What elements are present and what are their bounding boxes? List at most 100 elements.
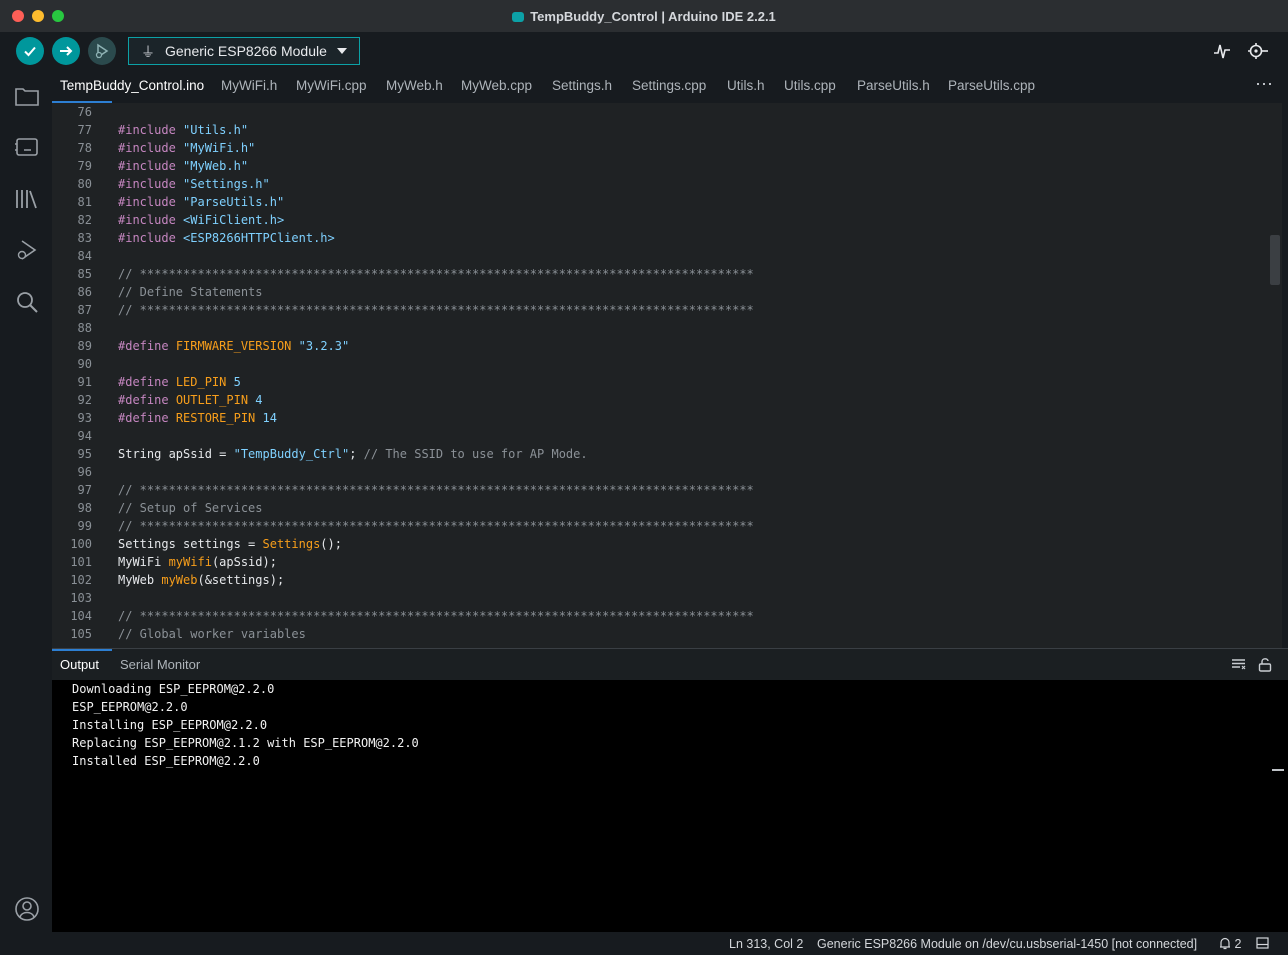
toggle-panel-button[interactable] — [1256, 937, 1269, 952]
board-manager-button[interactable] — [13, 133, 41, 161]
code-line[interactable]: 85 // ***********************************… — [52, 265, 1270, 283]
editor-scrollbar[interactable] — [1270, 103, 1282, 648]
code-text[interactable]: #include <ESP8266HTTPClient.h> — [118, 229, 335, 247]
more-tabs-icon[interactable]: ⋯ — [1255, 74, 1274, 95]
tab-myweb-h[interactable]: MyWeb.h — [386, 78, 443, 93]
serial-plotter-button[interactable] — [1212, 41, 1232, 66]
editor-scroll-thumb[interactable] — [1270, 235, 1280, 285]
code-line[interactable]: 103 — [52, 589, 1270, 607]
tab-mywifi-cpp[interactable]: MyWiFi.cpp — [296, 78, 367, 93]
code-line[interactable]: 95 String apSsid = "TempBuddy_Ctrl"; // T… — [52, 445, 1270, 463]
library-manager-button[interactable] — [13, 185, 41, 213]
serial-plotter-icon — [1214, 44, 1230, 59]
notifications-button[interactable]: 2 — [1219, 937, 1241, 951]
code-text[interactable]: // *************************************… — [118, 481, 754, 499]
code-text[interactable]: #define FIRMWARE_VERSION "3.2.3" — [118, 337, 349, 355]
account-button[interactable] — [13, 895, 41, 923]
line-number: 77 — [77, 123, 92, 137]
code-line[interactable]: 81 #include "ParseUtils.h" — [52, 193, 1270, 211]
serial-monitor-button[interactable] — [1246, 41, 1270, 66]
tab-utils-h[interactable]: Utils.h — [727, 78, 765, 93]
tab-parseutils-cpp[interactable]: ParseUtils.cpp — [948, 78, 1035, 93]
code-line[interactable]: 99 // ***********************************… — [52, 517, 1270, 535]
code-text[interactable]: #include "ParseUtils.h" — [118, 193, 284, 211]
tab-settings-h[interactable]: Settings.h — [552, 78, 612, 93]
code-line[interactable]: 90 — [52, 355, 1270, 373]
code-text[interactable]: #define RESTORE_PIN 14 — [118, 409, 277, 427]
code-line[interactable]: 102 MyWeb myWeb(&settings); — [52, 571, 1270, 589]
line-number: 78 — [77, 141, 92, 155]
upload-button[interactable] — [52, 37, 80, 65]
tab-mywifi-h[interactable]: MyWiFi.h — [221, 78, 277, 93]
code-line[interactable]: 100 Settings settings = Settings(); — [52, 535, 1270, 553]
code-line[interactable]: 96 — [52, 463, 1270, 481]
board-selector[interactable]: ⏚ Generic ESP8266 Module — [128, 37, 360, 65]
code-line[interactable]: 82 #include <WiFiClient.h> — [52, 211, 1270, 229]
clear-output-button[interactable] — [1231, 657, 1246, 674]
code-line[interactable]: 94 — [52, 427, 1270, 445]
code-line[interactable]: 88 — [52, 319, 1270, 337]
code-line[interactable]: 93 #define RESTORE_PIN 14 — [52, 409, 1270, 427]
code-editor[interactable]: 76 77 #include "Utils.h" 78 #include "MyWiFi… — [52, 103, 1270, 648]
code-line[interactable]: 78 #include "MyWiFi.h" — [52, 139, 1270, 157]
sketchbook-button[interactable] — [13, 82, 41, 110]
code-text[interactable]: // Define Statements — [118, 283, 263, 301]
code-text[interactable]: MyWiFi myWifi(apSsid); — [118, 553, 277, 571]
code-text[interactable]: String apSsid = "TempBuddy_Ctrl"; // The… — [118, 445, 588, 463]
code-line[interactable]: 89 #define FIRMWARE_VERSION "3.2.3" — [52, 337, 1270, 355]
tab-tempbuddy-control-ino[interactable]: TempBuddy_Control.ino — [60, 78, 204, 93]
debug-button[interactable] — [88, 37, 116, 65]
debug-icon — [95, 43, 109, 59]
title-bar: TempBuddy_Control | Arduino IDE 2.2.1 — [0, 0, 1288, 33]
code-line[interactable]: 97 // ***********************************… — [52, 481, 1270, 499]
chevron-down-icon — [337, 48, 347, 54]
code-text[interactable]: MyWeb myWeb(&settings); — [118, 571, 284, 589]
code-text[interactable]: // Setup of Services — [118, 499, 263, 517]
code-line[interactable]: 98 // Setup of Services — [52, 499, 1270, 517]
code-text[interactable]: // Global worker variables — [118, 625, 306, 643]
code-line[interactable]: 86 // Define Statements — [52, 283, 1270, 301]
search-button[interactable] — [13, 288, 41, 316]
code-text[interactable]: #include "Settings.h" — [118, 175, 270, 193]
code-text[interactable]: // *************************************… — [118, 301, 754, 319]
code-text[interactable]: #include "MyWiFi.h" — [118, 139, 255, 157]
notifications-count: 2 — [1234, 937, 1242, 951]
upload-icon — [60, 46, 73, 56]
code-line[interactable]: 76 — [52, 103, 1270, 121]
code-line[interactable]: 105 // Global worker variables — [52, 625, 1270, 643]
code-text[interactable]: #define LED_PIN 5 — [118, 373, 241, 391]
code-text[interactable]: // *************************************… — [118, 517, 754, 535]
scroll-lock-button[interactable] — [1258, 657, 1272, 675]
verify-button[interactable] — [16, 37, 44, 65]
tab-parseutils-h[interactable]: ParseUtils.h — [857, 78, 930, 93]
output-console[interactable]: Downloading ESP_EEPROM@2.2.0 ESP_EEPROM@2… — [52, 680, 1270, 932]
tab-output[interactable]: Output — [60, 657, 99, 672]
code-line[interactable]: 91 #define LED_PIN 5 — [52, 373, 1270, 391]
board-port-status[interactable]: Generic ESP8266 Module on /dev/cu.usbser… — [817, 937, 1197, 951]
code-text[interactable]: // *************************************… — [118, 607, 754, 625]
code-line[interactable]: 104 // **********************************… — [52, 607, 1270, 625]
code-line[interactable]: 84 — [52, 247, 1270, 265]
code-line[interactable]: 92 #define OUTLET_PIN 4 — [52, 391, 1270, 409]
code-line[interactable]: 77 #include "Utils.h" — [52, 121, 1270, 139]
code-line[interactable]: 80 #include "Settings.h" — [52, 175, 1270, 193]
tab-settings-cpp[interactable]: Settings.cpp — [632, 78, 706, 93]
tab-utils-cpp[interactable]: Utils.cpp — [784, 78, 836, 93]
code-text[interactable]: Settings settings = Settings(); — [118, 535, 342, 553]
tab-serial-monitor[interactable]: Serial Monitor — [120, 657, 200, 672]
cursor-position[interactable]: Ln 313, Col 2 — [729, 937, 803, 951]
code-line[interactable]: 101 MyWiFi myWifi(apSsid); — [52, 553, 1270, 571]
code-line[interactable]: 87 // ***********************************… — [52, 301, 1270, 319]
tab-myweb-cpp[interactable]: MyWeb.cpp — [461, 78, 532, 93]
line-number: 83 — [77, 231, 92, 245]
code-text[interactable]: #include "MyWeb.h" — [118, 157, 248, 175]
code-line[interactable]: 79 #include "MyWeb.h" — [52, 157, 1270, 175]
output-scrollbar[interactable] — [1270, 680, 1288, 932]
code-text[interactable]: #include <WiFiClient.h> — [118, 211, 284, 229]
debug-panel-button[interactable] — [13, 236, 41, 264]
code-text[interactable]: #include "Utils.h" — [118, 121, 248, 139]
code-text[interactable]: #define OUTLET_PIN 4 — [118, 391, 263, 409]
code-text[interactable]: // *************************************… — [118, 265, 754, 283]
window-title: TempBuddy_Control | Arduino IDE 2.2.1 — [0, 9, 1288, 24]
code-line[interactable]: 83 #include <ESP8266HTTPClient.h> — [52, 229, 1270, 247]
